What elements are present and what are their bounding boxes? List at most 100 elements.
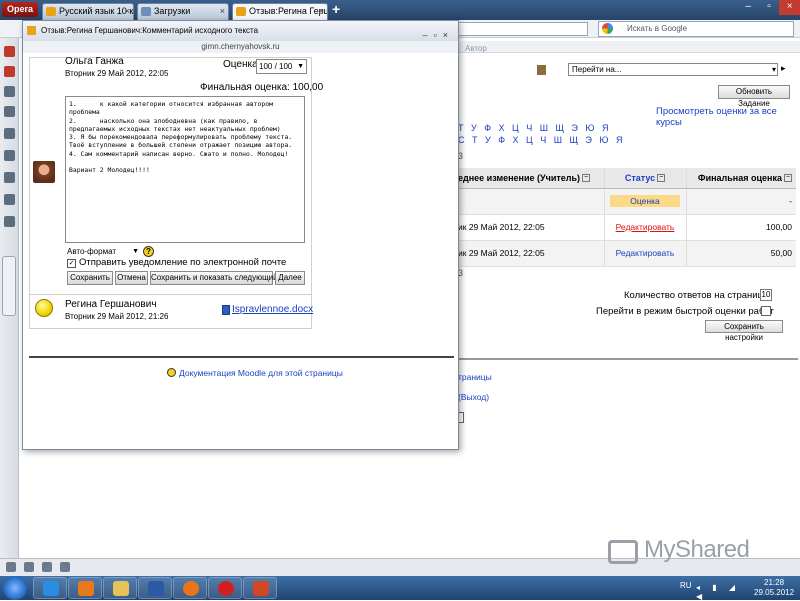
teacher-name[interactable]: Ольга Ганжа xyxy=(65,56,124,67)
taskbar-word[interactable] xyxy=(138,577,172,599)
popup-titlebar[interactable]: Отзыв:Регина Гершанович:Комментарий исхо… xyxy=(23,21,458,41)
collapse-icon: − xyxy=(657,174,666,183)
tab-label: Русский язык 10 класс... xyxy=(59,6,134,16)
cancel-button[interactable]: Отмена xyxy=(115,271,148,285)
alphabet-filter-lastname[interactable]: С Т У Ф Х Ц Ч Ш Щ Э Ю Я xyxy=(458,135,625,145)
tab-label: Загрузки xyxy=(154,6,191,16)
cell-final: 100,00 xyxy=(686,214,796,241)
navigation-icon xyxy=(537,65,546,75)
share-icon[interactable] xyxy=(4,128,15,139)
taskbar-powerpoint[interactable] xyxy=(243,577,277,599)
divider xyxy=(458,358,798,360)
info-icon[interactable] xyxy=(4,216,15,227)
sidebar-toggle[interactable] xyxy=(2,256,16,316)
close-icon[interactable]: × xyxy=(220,4,225,19)
panels-icon[interactable] xyxy=(4,86,15,97)
jump-to-select[interactable]: Перейти на... ▾ xyxy=(568,63,778,76)
start-button[interactable] xyxy=(3,576,27,600)
save-button[interactable]: Сохранить xyxy=(67,271,113,285)
comment-textarea[interactable]: 1. к какой категории относится избранная… xyxy=(65,96,305,243)
popup-url: gimn.chernyahovsk.ru xyxy=(23,41,458,53)
cloud-icon[interactable] xyxy=(24,562,34,572)
close-icon[interactable]: × xyxy=(125,4,130,19)
taskbar-explorer[interactable] xyxy=(103,577,137,599)
cell-final: - xyxy=(686,188,796,215)
moodle-docs-link[interactable]: Документация Moodle для этой страницы xyxy=(179,368,343,378)
edit-link[interactable]: Редактировать xyxy=(616,222,675,232)
quick-grade-checkbox[interactable] xyxy=(761,306,771,316)
folder-icon xyxy=(113,581,129,596)
col-status[interactable]: Статус − xyxy=(603,168,687,189)
opera-menu-button[interactable]: Opera xyxy=(2,2,38,17)
watermark-logo-icon xyxy=(608,540,638,564)
view-all-grades-link[interactable]: Просмотреть оценки за все курсы xyxy=(656,106,800,128)
taskbar-opera[interactable] xyxy=(208,577,242,599)
jump-label: Перейти на... xyxy=(572,65,622,74)
tab-feedback[interactable]: Отзыв:Регина Гершан... × xyxy=(232,3,328,20)
moodle-icon xyxy=(236,7,246,16)
cell-modified: ик 29 Май 2012, 22:05 xyxy=(454,214,604,241)
notify-checkbox[interactable]: ✓ xyxy=(67,259,76,268)
collapse-icon: − xyxy=(784,174,792,183)
col-final-grade[interactable]: Финальная оценка − xyxy=(686,168,796,189)
media-player-icon xyxy=(78,581,94,596)
tab-russian-course[interactable]: Русский язык 10 класс... × xyxy=(42,3,134,20)
update-assignment-button[interactable]: Обновить Задание xyxy=(718,85,790,108)
per-page-input[interactable]: 10 xyxy=(760,289,772,301)
save-and-next-button[interactable]: Сохранить и показать следующий xyxy=(150,271,278,285)
breadcrumb-author[interactable]: Автор xyxy=(465,44,487,53)
pages-link[interactable]: траницы xyxy=(458,372,492,382)
per-page-label: Количество ответов на странице xyxy=(624,290,769,301)
cell-final: 50,00 xyxy=(686,240,796,267)
window-controls: – ▫ × xyxy=(738,0,800,15)
history-icon[interactable] xyxy=(4,194,15,205)
avatar[interactable] xyxy=(33,161,55,183)
word-icon xyxy=(148,581,164,596)
watermark: MyShared xyxy=(644,536,750,563)
system-tray[interactable]: ◂ ▮ ◢ ◀ xyxy=(696,583,746,601)
save-settings-button[interactable]: Сохранить настройки xyxy=(705,320,783,342)
next-button[interactable]: Далее xyxy=(275,271,305,285)
speed-dial-icon[interactable] xyxy=(4,46,15,57)
chevron-down-icon: ▼ xyxy=(297,63,304,70)
logout-link[interactable]: (Выход) xyxy=(458,392,489,402)
taskbar-ie[interactable] xyxy=(33,577,67,599)
edit-link[interactable]: Редактировать xyxy=(616,248,675,258)
submitted-file-link[interactable]: Ispravlennoe.docx xyxy=(232,304,313,315)
taskbar-firefox[interactable] xyxy=(173,577,207,599)
address-field[interactable] xyxy=(458,22,588,36)
table-header: еднее изменение (Учитель) − Статус − Финал… xyxy=(454,168,796,189)
notes-icon[interactable] xyxy=(4,150,15,161)
language-indicator[interactable]: RU xyxy=(680,581,692,590)
grade-select[interactable]: 100 / 100 ▼ xyxy=(256,59,307,74)
grade-link[interactable]: Оценка xyxy=(610,195,680,207)
gear-icon[interactable] xyxy=(4,106,15,117)
cell-modified xyxy=(454,188,604,215)
images-icon[interactable] xyxy=(60,562,70,572)
divider xyxy=(29,356,454,358)
help-icon[interactable]: ? xyxy=(143,246,154,257)
tab-downloads[interactable]: Загрузки × xyxy=(137,3,229,20)
close-icon[interactable]: × xyxy=(319,4,324,19)
search-input[interactable]: Искать в Google xyxy=(598,21,794,37)
student-date: Вторник 29 Май 2012, 21:26 xyxy=(65,312,169,321)
arrow-right-icon[interactable]: ▸ xyxy=(781,63,786,74)
downloads-icon[interactable] xyxy=(4,172,15,183)
new-tab-button[interactable]: + xyxy=(332,1,340,17)
clock[interactable]: 21:28 29.05.2012 xyxy=(754,578,794,598)
turbo-icon[interactable] xyxy=(42,562,52,572)
maximize-button[interactable]: ▫ xyxy=(759,0,780,15)
taskbar-media[interactable] xyxy=(68,577,102,599)
student-name[interactable]: Регина Гершанович xyxy=(65,299,157,310)
moodle-icon xyxy=(27,26,36,35)
alphabet-filter-firstname[interactable]: Т У Ф Х Ц Ч Ш Щ Э Ю Я xyxy=(458,123,611,133)
opera-icon xyxy=(218,581,234,596)
smiley-avatar-icon[interactable] xyxy=(35,299,53,317)
col-modified[interactable]: еднее изменение (Учитель) − xyxy=(454,168,604,189)
submissions-table: еднее изменение (Учитель) − Статус − Финал… xyxy=(454,168,796,267)
bookmarks-icon[interactable] xyxy=(4,66,15,77)
panel-toggle-icon[interactable] xyxy=(6,562,16,572)
minimize-button[interactable]: – xyxy=(738,0,759,15)
close-window-button[interactable]: × xyxy=(779,0,800,15)
word-file-icon xyxy=(222,305,230,315)
